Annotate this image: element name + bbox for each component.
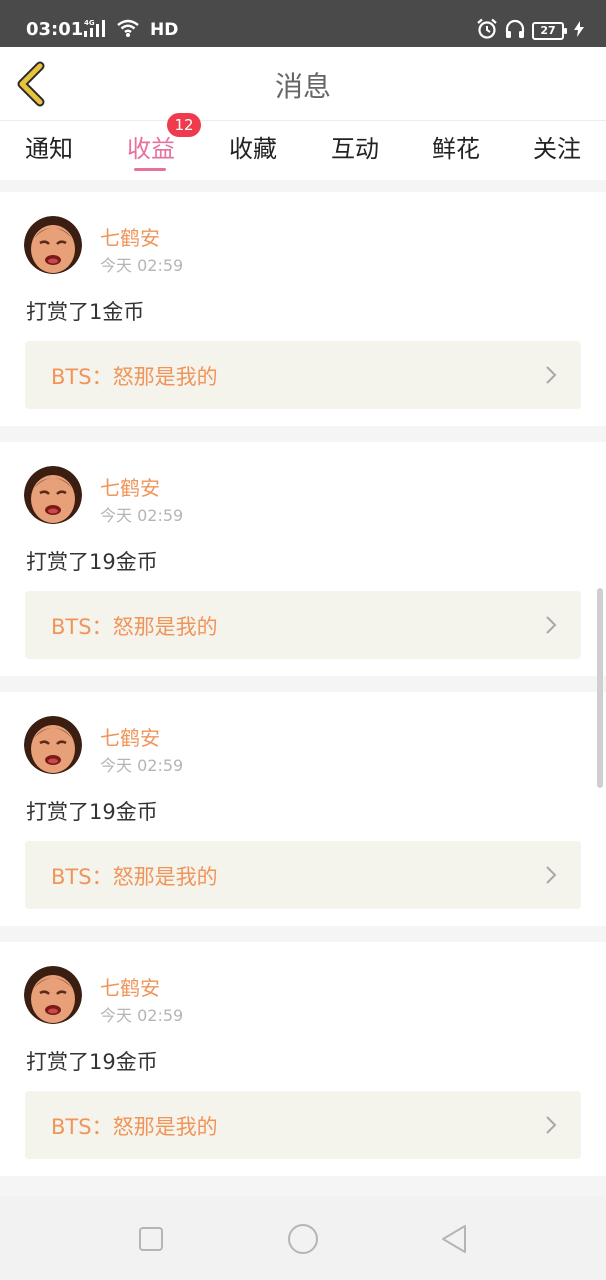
reward-message: 打赏了19金币 (26, 550, 158, 574)
system-nav-bar (0, 1196, 606, 1280)
home-icon[interactable] (287, 1223, 319, 1259)
work-link[interactable]: BTS：怒那是我的 (25, 341, 581, 409)
status-bar: 03:01 4G HD 27 (0, 0, 606, 47)
status-time: 03:01 (26, 19, 84, 40)
username[interactable]: 七鹤安 (100, 472, 160, 501)
headphones-icon (504, 18, 526, 44)
username[interactable]: 七鹤安 (100, 722, 160, 751)
username[interactable]: 七鹤安 (100, 972, 160, 1001)
list-item: 七鹤安 今天 02:59 打赏了19金币 BTS：怒那是我的 (0, 442, 606, 676)
page-title: 消息 (274, 70, 331, 103)
tab-interactions[interactable]: 互动 (304, 129, 406, 164)
timestamp: 今天 02:59 (100, 256, 184, 275)
work-link-label: BTS：怒那是我的 (51, 865, 218, 889)
tab-label: 收益 (127, 135, 175, 163)
avatar[interactable] (24, 216, 82, 274)
tab-favorites[interactable]: 收藏 (202, 129, 304, 164)
reward-message: 打赏了1金币 (26, 300, 145, 324)
chevron-right-icon (545, 615, 557, 639)
earnings-feed: 七鹤安 今天 02:59 打赏了1金币 BTS：怒那是我的 七鹤安 今天 02:… (0, 192, 606, 1192)
recent-apps-icon[interactable] (138, 1226, 164, 1256)
chevron-right-icon (545, 1115, 557, 1139)
tab-label: 互动 (331, 135, 379, 163)
tab-label: 收藏 (229, 135, 277, 163)
network-type-label: 4G (84, 19, 95, 27)
timestamp: 今天 02:59 (100, 756, 184, 775)
app-header: 消息 (0, 47, 606, 121)
work-link[interactable]: BTS：怒那是我的 (25, 1091, 581, 1159)
tab-flowers[interactable]: 鲜花 (405, 129, 507, 164)
list-item: 七鹤安 今天 02:59 打赏了1金币 BTS：怒那是我的 (0, 192, 606, 426)
charging-icon (574, 21, 584, 41)
work-link-label: BTS：怒那是我的 (51, 1115, 218, 1139)
reward-message: 打赏了19金币 (26, 1050, 158, 1074)
alarm-icon (476, 18, 498, 44)
chevron-right-icon (545, 365, 557, 389)
username[interactable]: 七鹤安 (100, 222, 160, 251)
tab-bar: 通知 收益 12 收藏 互动 鲜花 关注 (0, 113, 606, 180)
battery-icon: 27 (532, 22, 567, 40)
avatar[interactable] (24, 466, 82, 524)
tab-notifications[interactable]: 通知 (0, 129, 100, 164)
wifi-icon (116, 18, 140, 42)
tab-label: 关注 (533, 135, 581, 163)
list-item: 七鹤安 今天 02:59 打赏了19金币 BTS：怒那是我的 (0, 692, 606, 926)
work-link[interactable]: BTS：怒那是我的 (25, 591, 581, 659)
chevron-right-icon (545, 865, 557, 889)
avatar[interactable] (24, 716, 82, 774)
signal-icon: 4G (84, 18, 110, 42)
work-link-label: BTS：怒那是我的 (51, 615, 218, 639)
tab-following[interactable]: 关注 (506, 129, 606, 164)
status-left-icons: 4G HD (84, 18, 178, 42)
timestamp: 今天 02:59 (100, 1006, 184, 1025)
active-tab-indicator (134, 168, 166, 171)
work-link[interactable]: BTS：怒那是我的 (25, 841, 581, 909)
timestamp: 今天 02:59 (100, 506, 184, 525)
tab-badge: 12 (167, 113, 201, 137)
back-icon[interactable] (440, 1224, 468, 1258)
avatar[interactable] (24, 966, 82, 1024)
scrollbar[interactable] (597, 588, 603, 788)
reward-message: 打赏了19金币 (26, 800, 158, 824)
tab-label: 通知 (25, 135, 73, 163)
list-item: 七鹤安 今天 02:59 打赏了19金币 BTS：怒那是我的 (0, 942, 606, 1176)
work-link-label: BTS：怒那是我的 (51, 365, 218, 389)
tab-label: 鲜花 (432, 135, 480, 163)
hd-label: HD (150, 20, 179, 40)
status-right-icons: 27 (476, 18, 584, 44)
